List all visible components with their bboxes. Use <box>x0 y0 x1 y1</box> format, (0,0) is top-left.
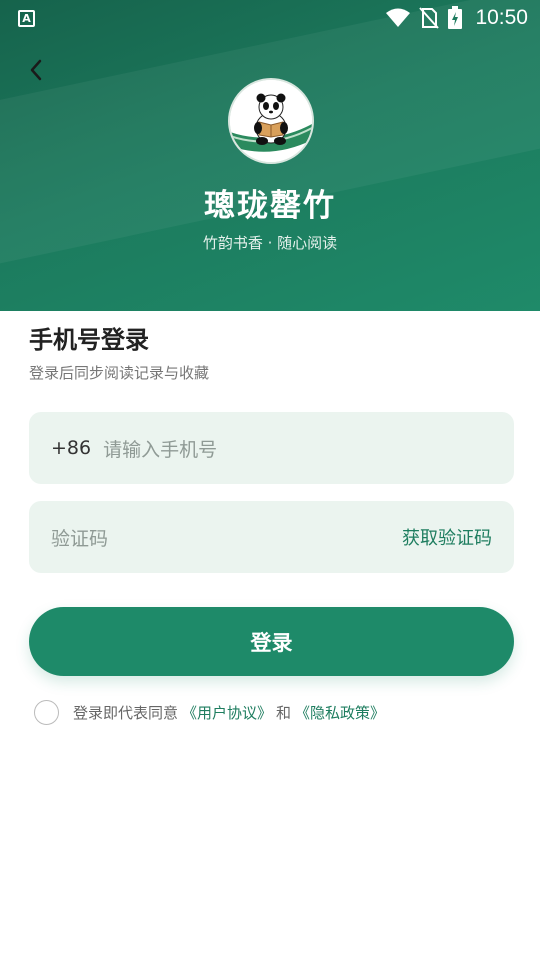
status-icons: 10:50 <box>385 6 528 30</box>
country-code-prefix: +86 <box>51 437 92 459</box>
app-slogan: 竹韵书香 · 随心阅读 <box>202 234 338 252</box>
agreement-text: 登录即代表同意 <box>73 704 179 722</box>
app-logo <box>228 78 314 164</box>
back-button[interactable] <box>20 54 52 86</box>
app-notification-icon: A <box>18 9 35 27</box>
phone-field[interactable]: +86 请输入手机号 <box>29 412 514 484</box>
app-name: 璁珑罄竹 <box>204 188 336 224</box>
battery-charging-icon <box>448 6 463 29</box>
get-code-button[interactable]: 获取验证码 <box>402 524 492 550</box>
phone-input[interactable]: 请输入手机号 <box>103 435 217 462</box>
privacy-policy-link[interactable]: 《隐私政策》 <box>295 702 385 723</box>
login-subtitle: 登录后同步阅读记录与收藏 <box>29 364 210 382</box>
agreement-checkbox[interactable] <box>34 700 59 725</box>
panda-reading-logo <box>230 80 312 162</box>
no-sim-icon <box>419 7 440 29</box>
verification-code-input[interactable]: 验证码 <box>51 524 108 551</box>
user-agreement-link[interactable]: 《用户协议》 <box>182 702 272 723</box>
login-title: 手机号登录 <box>29 326 149 354</box>
login-button[interactable]: 登录 <box>29 607 514 676</box>
agreement-row: 登录即代表同意 《用户协议》 和 《隐私政策》 <box>34 700 385 725</box>
status-time: 10:50 <box>475 6 528 29</box>
chevron-left-icon <box>30 59 42 81</box>
verification-code-field[interactable]: 验证码 获取验证码 <box>29 501 514 573</box>
agreement-and-text: 和 <box>276 704 292 722</box>
header-banner: A 10:50 璁珑罄竹 竹韵书香 · 随心阅读 <box>0 0 540 311</box>
status-bar: A 10:50 <box>0 0 540 36</box>
wifi-icon <box>386 8 411 27</box>
